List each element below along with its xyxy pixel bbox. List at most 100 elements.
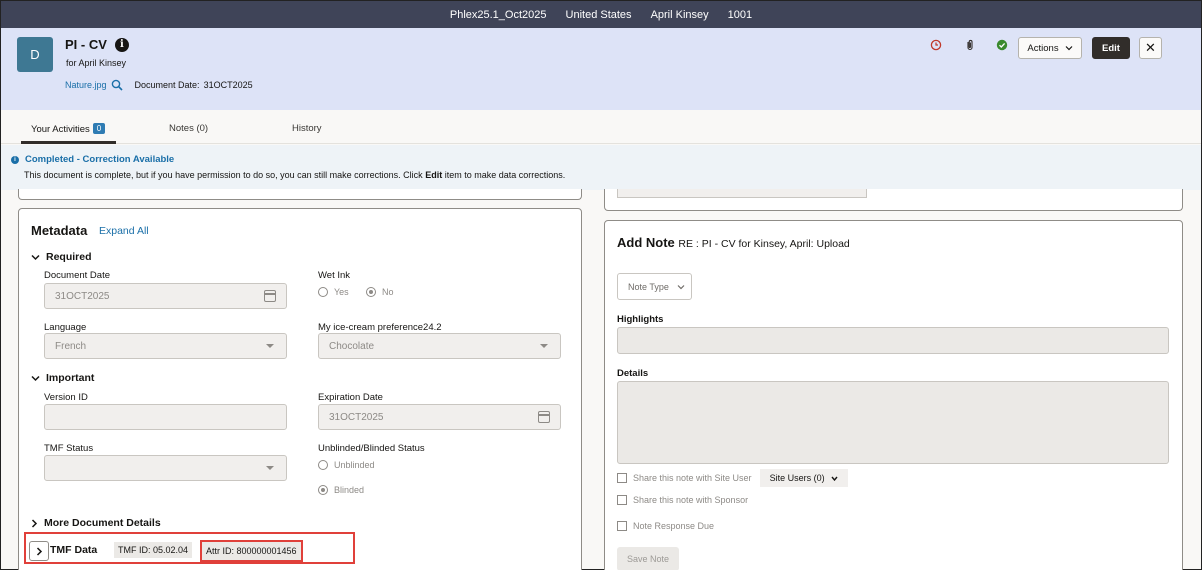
share-site-user-row: Share this note with Site User Site User…: [617, 469, 848, 487]
history-icon[interactable]: [930, 39, 942, 51]
document-file-row: Nature.jpg Document Date: 31OCT2025: [65, 79, 253, 91]
version-id-label: Version ID: [44, 392, 88, 403]
share-sponsor-checkbox[interactable]: [617, 495, 627, 505]
chevron-right-icon: [31, 518, 38, 528]
chevron-down-icon: [266, 466, 274, 470]
chevron-down-icon: [831, 476, 838, 481]
banner-message: This document is complete, but if you ha…: [24, 170, 566, 180]
calendar-icon: [538, 411, 550, 423]
tmf-data-label: TMF Data: [50, 544, 98, 556]
tab-notes[interactable]: Notes (0): [169, 123, 208, 134]
chevron-down-icon: [31, 254, 40, 260]
previous-panel-bottom-right: [604, 189, 1183, 211]
important-section-toggle[interactable]: Important: [31, 372, 94, 384]
magnifier-icon[interactable]: [111, 79, 123, 91]
share-sponsor-row: Share this note with Sponsor: [617, 495, 748, 505]
chevron-down-icon: [266, 344, 274, 348]
document-date-label: Document Date: [44, 270, 111, 281]
status-complete-icon: [996, 39, 1008, 51]
language-label: Language: [44, 322, 87, 333]
document-thumbnail[interactable]: D: [17, 37, 53, 72]
version-id-field: [44, 404, 287, 430]
expiration-date-label: Expiration Date: [318, 392, 383, 403]
highlights-label: Highlights: [617, 314, 664, 325]
language-select: French: [44, 333, 287, 359]
share-site-user-checkbox[interactable]: [617, 473, 627, 483]
radio-no: [366, 287, 376, 297]
close-icon: ✕: [1145, 40, 1156, 55]
tmf-status-label: TMF Status: [44, 443, 94, 454]
save-note-button[interactable]: Save Note: [617, 547, 679, 570]
document-header: D PI - CV i for April Kinsey Nature.jpg …: [1, 28, 1201, 110]
banner-title-text: Completed - Correction Available: [25, 154, 175, 165]
actions-menu-button[interactable]: Actions: [1018, 37, 1082, 59]
radio-unblinded: [318, 460, 328, 470]
required-section-toggle[interactable]: Required: [31, 251, 92, 263]
info-icon[interactable]: i: [114, 37, 129, 52]
activities-count-badge: 0: [92, 123, 106, 134]
document-subtitle: for April Kinsey: [66, 58, 127, 68]
wet-ink-yes-option: Yes: [318, 287, 349, 297]
actions-label: Actions: [1027, 42, 1059, 54]
previous-panel-bottom: [18, 189, 582, 200]
wet-ink-label: Wet Ink: [318, 270, 351, 281]
file-link[interactable]: Nature.jpg: [65, 80, 107, 90]
add-note-title: Add Note RE : PI - CV for Kinsey, April:…: [617, 235, 850, 250]
edit-button[interactable]: Edit: [1092, 37, 1130, 59]
tmf-id-chip: TMF ID: 05.02.04: [114, 542, 193, 558]
chevron-down-icon: [1065, 46, 1073, 51]
highlights-input[interactable]: [617, 327, 1169, 354]
details-textarea[interactable]: [617, 381, 1169, 464]
close-button[interactable]: ✕: [1139, 37, 1162, 59]
document-date-field: 31OCT2025: [44, 283, 287, 309]
tmf-status-select: [44, 455, 287, 481]
blinded-status-label: Unblinded/Blinded Status: [318, 443, 425, 454]
tab-your-activities[interactable]: Your Activities 0: [31, 123, 106, 135]
response-due-checkbox[interactable]: [617, 521, 627, 531]
add-note-panel: Add Note RE : PI - CV for Kinsey, April:…: [604, 220, 1183, 570]
site-users-dropdown[interactable]: Site Users (0): [759, 469, 848, 487]
document-date-label: Document Date:: [134, 80, 200, 90]
site-contact-name: April Kinsey: [650, 8, 709, 21]
icecream-preference-select: Chocolate: [318, 333, 561, 359]
chevron-down-icon: [677, 284, 685, 289]
context-bar: Phlex25.1_Oct2025 United States April Ki…: [1, 1, 1201, 28]
chevron-down-icon: [31, 375, 40, 381]
expiration-date-field: 31OCT2025: [318, 404, 561, 430]
icecream-preference-label: My ice-cream preference24.2: [318, 322, 442, 333]
tab-label: Your Activities: [31, 124, 90, 135]
expand-all-link[interactable]: Expand All: [99, 225, 149, 237]
chevron-right-icon: [36, 546, 42, 556]
details-label: Details: [617, 368, 649, 379]
active-tab-indicator: [21, 141, 116, 144]
document-title: PI - CV: [65, 37, 107, 52]
radio-yes: [318, 287, 328, 297]
chevron-down-icon: [540, 344, 548, 348]
more-details-heading: More Document Details: [44, 517, 161, 529]
metadata-title: Metadata: [31, 223, 88, 238]
calendar-icon: [264, 290, 276, 302]
tab-bar: Your Activities 0 Notes (0) History: [1, 110, 1201, 144]
tmf-expand-button[interactable]: [29, 541, 49, 561]
tab-history[interactable]: History: [292, 123, 322, 134]
blinded-option: Blinded: [318, 485, 364, 495]
previous-field-bottom: [617, 189, 867, 198]
response-due-row: Note Response Due: [617, 521, 714, 531]
avatar-letter: D: [30, 47, 40, 62]
metadata-panel: Metadata Expand All Required Document Da…: [18, 208, 582, 570]
country-name: United States: [565, 8, 632, 21]
radio-blinded: [318, 485, 328, 495]
info-icon: i: [11, 155, 19, 164]
page-title: PI - CV i: [65, 37, 129, 52]
note-type-select[interactable]: Note Type: [617, 273, 692, 300]
attachment-icon[interactable]: [964, 39, 976, 51]
wet-ink-no-option: No: [366, 287, 394, 297]
site-number: 1001: [727, 8, 753, 21]
study-name: Phlex25.1_Oct2025: [449, 8, 547, 21]
more-details-toggle[interactable]: More Document Details: [31, 517, 161, 529]
document-date-value: 31OCT2025: [203, 80, 253, 90]
important-heading: Important: [46, 372, 95, 384]
required-heading: Required: [46, 251, 92, 263]
unblinded-option: Unblinded: [318, 460, 375, 470]
add-note-subtitle: RE : PI - CV for Kinsey, April: Upload: [678, 238, 850, 250]
